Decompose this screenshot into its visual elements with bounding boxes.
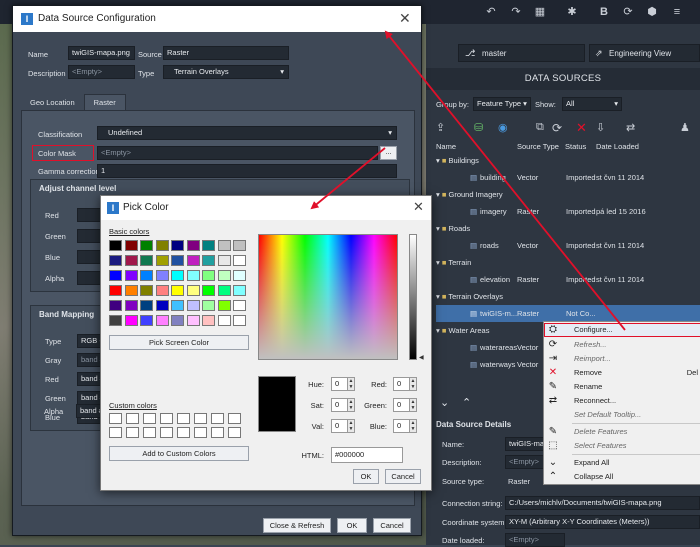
annotation-arrows	[310, 30, 626, 331]
arrow-to-dialog-icon	[384, 30, 626, 331]
arrow-to-pick-color-icon	[310, 147, 386, 210]
